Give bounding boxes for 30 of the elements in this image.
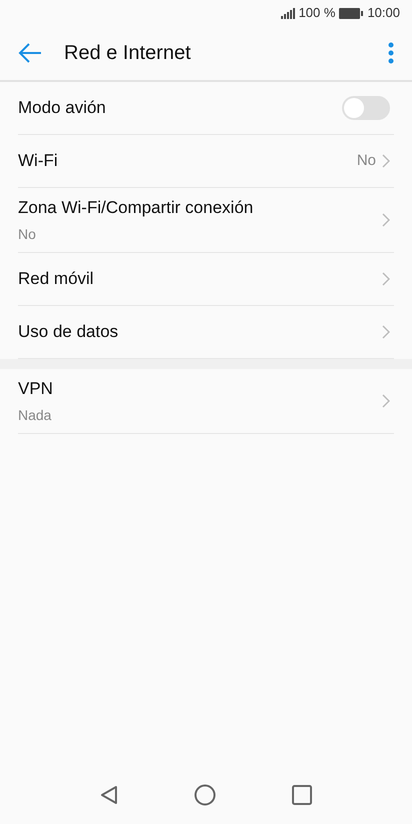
chevron-right-icon bbox=[382, 213, 390, 227]
settings-row[interactable]: VPN Nada bbox=[18, 369, 394, 434]
setting-subtitle: Nada bbox=[18, 406, 52, 425]
settings-row[interactable]: Red móvil bbox=[18, 253, 394, 306]
setting-value: No bbox=[356, 150, 376, 171]
settings-row[interactable]: Wi-Fi No bbox=[18, 135, 394, 188]
setting-label: Zona Wi-Fi/Compartir conexión bbox=[18, 197, 254, 220]
setting-subtitle: No bbox=[18, 224, 37, 244]
signal-icon bbox=[280, 8, 295, 18]
chevron-right-icon bbox=[382, 272, 390, 286]
screen-title: Red e Internet bbox=[64, 41, 192, 66]
battery-icon bbox=[339, 8, 364, 18]
setting-label: Uso de datos bbox=[18, 321, 120, 344]
chevron-right-icon bbox=[382, 325, 390, 339]
recents-nav-icon[interactable] bbox=[292, 785, 312, 805]
setting-label: Red móvil bbox=[18, 268, 95, 290]
setting-label: Modo avión bbox=[18, 97, 107, 120]
toggle-switch[interactable] bbox=[342, 96, 390, 120]
battery-percentage: 100 % bbox=[298, 4, 336, 22]
settings-row[interactable]: Modo avión bbox=[18, 82, 394, 135]
more-options-icon[interactable] bbox=[388, 42, 394, 64]
chevron-right-icon bbox=[382, 154, 390, 168]
clock-time: 10:00 bbox=[367, 4, 400, 22]
chevron-right-icon bbox=[382, 394, 390, 408]
back-nav-icon[interactable] bbox=[100, 785, 118, 805]
settings-row[interactable]: Zona Wi-Fi/Compartir conexión No bbox=[18, 188, 394, 253]
back-arrow-icon[interactable] bbox=[18, 43, 42, 63]
home-nav-icon[interactable] bbox=[194, 784, 216, 806]
setting-label: Wi-Fi bbox=[18, 150, 59, 172]
setting-label: VPN bbox=[18, 378, 54, 400]
